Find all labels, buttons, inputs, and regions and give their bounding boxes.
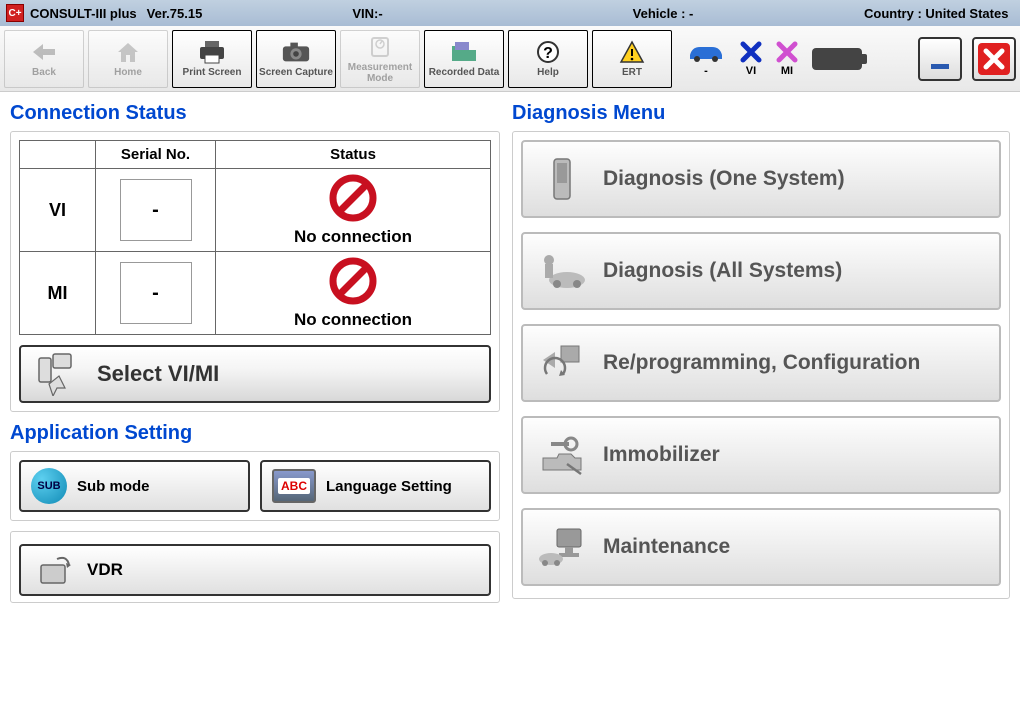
app-setting-title: Application Setting [10,422,500,445]
gauge-icon [365,34,395,60]
toolbar: Back Home Print Screen Screen Capture Me… [0,26,1020,92]
vdr-button[interactable]: VDR [19,544,491,596]
language-icon: ABC [272,469,316,503]
menu-label: Re/programming, Configuration [603,351,920,375]
back-label: Back [32,67,56,78]
screen-capture-button[interactable]: Screen Capture [256,30,336,88]
sub-mode-label: Sub mode [77,478,150,495]
back-button[interactable]: Back [4,30,84,88]
titlebar: C+ CONSULT-III plus Ver.75.15 VIN:- Vehi… [0,0,1020,26]
svg-text:?: ? [543,45,553,62]
recorded-label: Recorded Data [429,67,500,78]
select-vi-mi-button[interactable]: Select VI/MI [19,345,491,403]
diagnosis-one-system-button[interactable]: Diagnosis (One System) [521,140,1001,218]
language-setting-button[interactable]: ABC Language Setting [260,460,491,512]
battery-icon [812,48,862,70]
device-icon [537,155,587,203]
connection-panel: Serial No. Status VI - No connection MI [10,131,500,412]
immobilizer-button[interactable]: Immobilizer [521,416,1001,494]
car-status-label: - [704,65,708,77]
minimize-button[interactable] [918,37,962,81]
sub-mode-button[interactable]: SUB Sub mode [19,460,250,512]
vi-status-text: No connection [220,227,486,247]
language-label: Language Setting [326,478,452,495]
no-connection-icon [328,256,378,306]
menu-label: Diagnosis (One System) [603,167,845,191]
camera-icon [281,39,311,65]
capture-label: Screen Capture [259,67,333,78]
mi-serial: - [120,262,192,324]
back-arrow-icon [29,39,59,65]
connection-status-title: Connection Status [10,102,500,125]
recorded-data-button[interactable]: Recorded Data [424,30,504,88]
x-icon [776,41,798,63]
home-label: Home [114,67,142,78]
app-setting-panel: SUB Sub mode ABC Language Setting [10,451,500,521]
help-icon: ? [533,39,563,65]
mi-status: MI [776,41,798,77]
app-name: CONSULT-III plus [30,6,137,21]
app-version: Ver.75.15 [147,6,203,21]
select-device-icon [35,352,85,396]
folder-data-icon [449,39,479,65]
menu-label: Immobilizer [603,443,720,467]
help-label: Help [537,67,559,78]
maintenance-icon [537,523,587,571]
vdr-icon [35,553,75,587]
key-engine-icon [537,431,587,479]
vdr-panel: VDR [10,531,500,603]
row-label-mi: MI [20,252,96,335]
technician-car-icon [537,247,587,295]
maintenance-button[interactable]: Maintenance [521,508,1001,586]
warning-icon [617,39,647,65]
connection-table: Serial No. Status VI - No connection MI [19,140,491,335]
no-connection-icon [328,173,378,223]
diagnosis-menu-panel: Diagnosis (One System) Diagnosis (All Sy… [512,131,1010,599]
help-button[interactable]: ? Help [508,30,588,88]
car-icon [686,41,726,63]
col-status: Status [216,141,491,169]
diagnosis-menu-title: Diagnosis Menu [512,102,1010,125]
ert-button[interactable]: ERT [592,30,672,88]
vdr-label: VDR [87,560,123,580]
close-button[interactable] [972,37,1016,81]
print-screen-button[interactable]: Print Screen [172,30,252,88]
menu-label: Maintenance [603,535,730,559]
vin-label: VIN:- [352,6,382,21]
measurement-mode-button[interactable]: Measurement Mode [340,30,420,88]
x-icon [740,41,762,63]
table-row: VI - No connection [20,169,491,252]
country-label: Country : United States [864,6,1014,21]
col-serial: Serial No. [96,141,216,169]
row-label-vi: VI [20,169,96,252]
reprogram-icon [537,339,587,387]
diagnosis-all-systems-button[interactable]: Diagnosis (All Systems) [521,232,1001,310]
menu-label: Diagnosis (All Systems) [603,259,842,283]
vi-label: VI [746,65,756,77]
print-label: Print Screen [183,67,242,78]
ert-label: ERT [622,67,642,78]
vehicle-label: Vehicle : - [633,6,694,21]
table-row: MI - No connection [20,252,491,335]
reprogramming-button[interactable]: Re/programming, Configuration [521,324,1001,402]
select-vi-mi-label: Select VI/MI [97,361,219,387]
status-group: - VI MI [686,41,862,77]
measure-label: Measurement Mode [341,62,419,84]
home-button[interactable]: Home [88,30,168,88]
vi-serial: - [120,179,192,241]
sub-icon: SUB [31,468,67,504]
mi-label: MI [781,65,793,77]
printer-icon [197,39,227,65]
vi-status: VI [740,41,762,77]
home-icon [113,39,143,65]
mi-status-text: No connection [220,310,486,330]
car-status: - [686,41,726,77]
app-logo: C+ [6,4,24,22]
